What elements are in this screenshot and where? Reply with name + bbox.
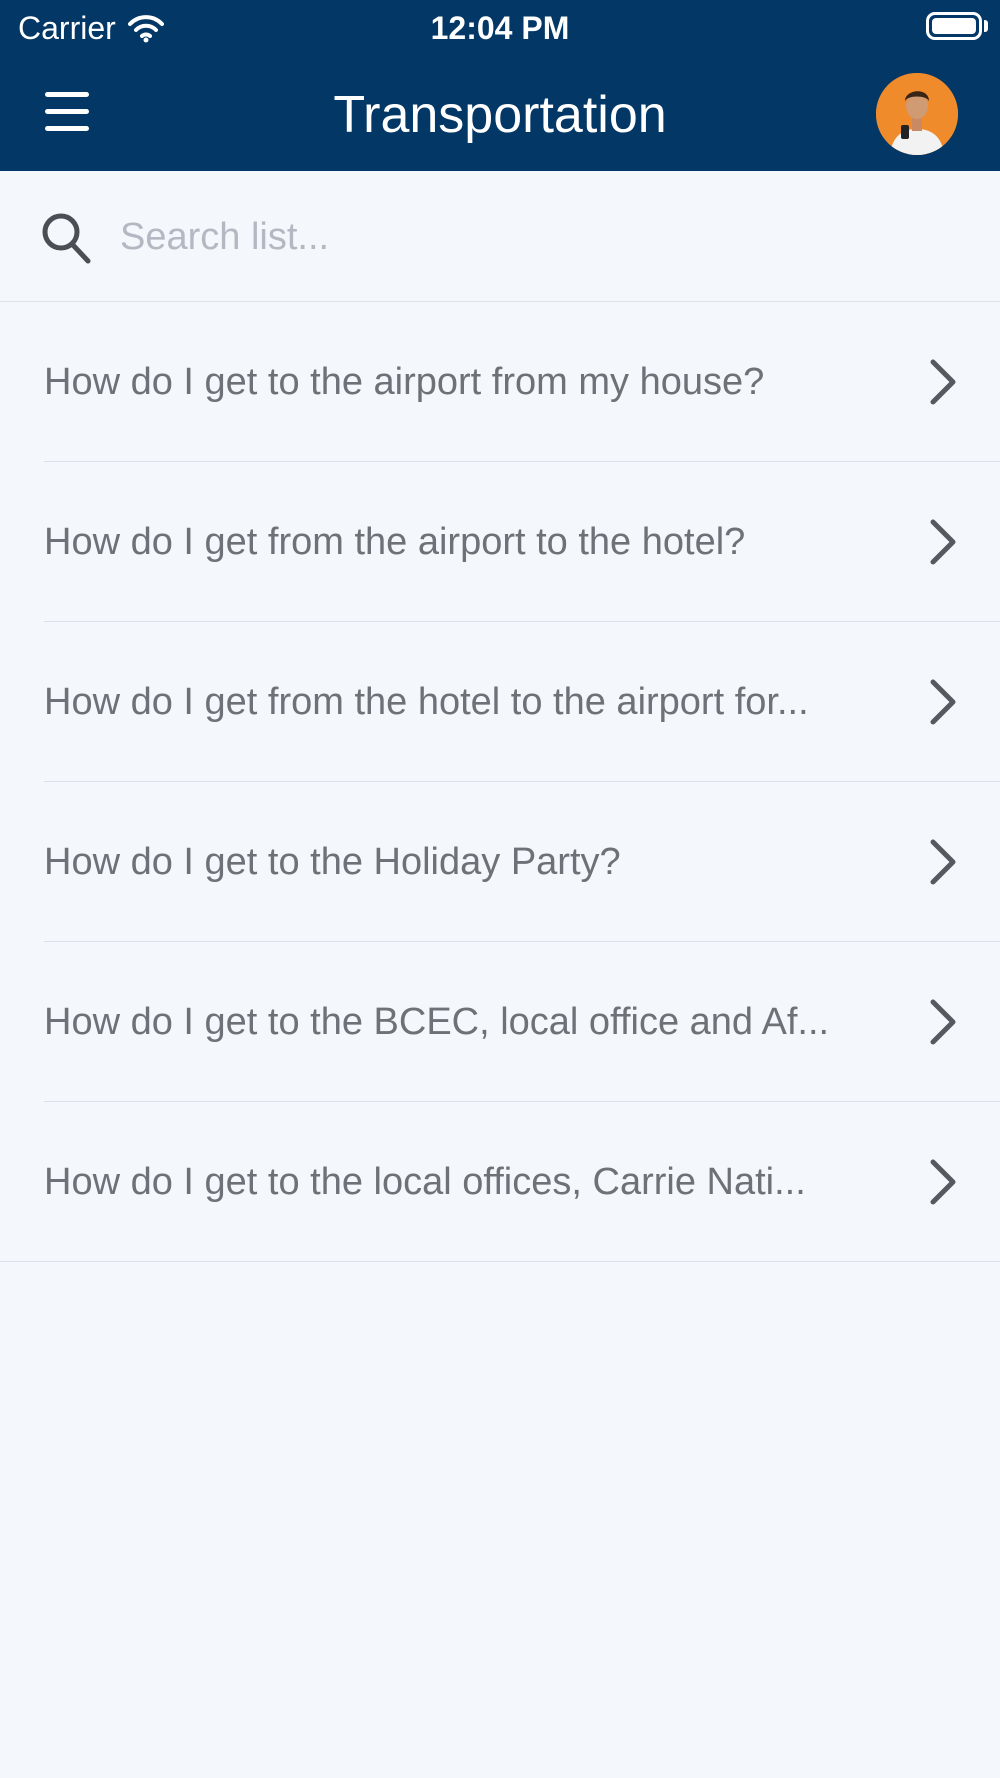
list-item[interactable]: How do I get to the BCEC, local office a… bbox=[0, 942, 1000, 1102]
list-item[interactable]: How do I get to the airport from my hous… bbox=[0, 302, 1000, 462]
chevron-right-icon bbox=[930, 1159, 956, 1205]
question-list: How do I get to the airport from my hous… bbox=[0, 302, 1000, 1262]
list-item[interactable]: How do I get to the local offices, Carri… bbox=[0, 1102, 1000, 1262]
user-photo bbox=[876, 73, 958, 155]
list-item-label: How do I get to the Holiday Party? bbox=[44, 841, 621, 883]
battery-tip bbox=[984, 20, 988, 32]
chevron-right-icon bbox=[930, 519, 956, 565]
list-item-label: How do I get from the hotel to the airpo… bbox=[44, 681, 809, 723]
list-item-label: How do I get to the local offices, Carri… bbox=[44, 1161, 806, 1203]
page-title: Transportation bbox=[333, 86, 667, 144]
list-item-label: How do I get from the airport to the hot… bbox=[44, 521, 746, 563]
list-item[interactable]: How do I get from the airport to the hot… bbox=[0, 462, 1000, 622]
app-header: Carrier 12:04 PM Transportation bbox=[0, 0, 1000, 171]
search-input[interactable] bbox=[118, 203, 962, 271]
search-bar bbox=[0, 171, 1000, 302]
chevron-right-icon bbox=[930, 999, 956, 1045]
battery-icon bbox=[926, 12, 982, 40]
list-item[interactable]: How do I get from the hotel to the airpo… bbox=[0, 622, 1000, 782]
chevron-right-icon bbox=[930, 839, 956, 885]
chevron-right-icon bbox=[930, 359, 956, 405]
status-bar-time: 12:04 PM bbox=[430, 10, 570, 46]
search-icon bbox=[42, 213, 91, 264]
list-item-label: How do I get to the airport from my hous… bbox=[44, 361, 765, 403]
chevron-right-icon bbox=[930, 679, 956, 725]
avatar[interactable] bbox=[876, 73, 958, 155]
list-item[interactable]: How do I get to the Holiday Party? bbox=[0, 782, 1000, 942]
list-item-label: How do I get to the BCEC, local office a… bbox=[44, 1001, 830, 1043]
